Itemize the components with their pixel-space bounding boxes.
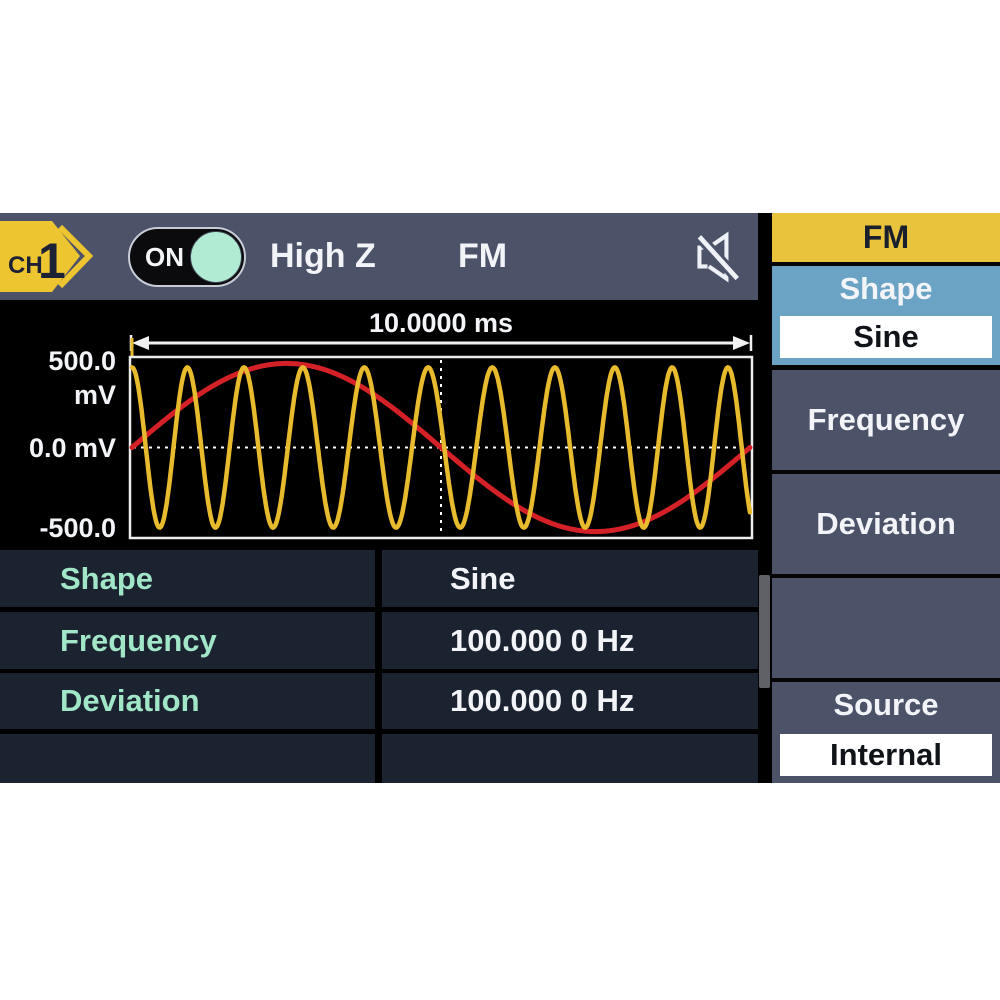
param-label-shape: Shape [0, 550, 375, 607]
softkey-source[interactable]: Source Internal [772, 682, 1000, 783]
param-value-deviation: 100.000 0 Hz [382, 673, 758, 729]
impedance-label: High Z [270, 213, 376, 300]
toggle-knob[interactable] [190, 231, 242, 283]
channel-number: 1 [38, 233, 66, 289]
speaker-muted-icon [690, 230, 744, 284]
softkey-shape[interactable]: Shape Sine [772, 266, 1000, 365]
softkey-shape-value: Sine [780, 316, 992, 358]
param-label-deviation: Deviation [0, 673, 375, 729]
softkey-source-label: Source [772, 682, 1000, 728]
softkey-shape-label: Shape [772, 266, 1000, 312]
softkey-deviation[interactable]: Deviation [772, 474, 1000, 574]
axis-label-zero: 0.0 mV [0, 431, 122, 465]
softkey-menu: FM Shape Sine Frequency Deviation Source… [772, 213, 1000, 783]
softkey-frequency-label: Frequency [772, 370, 1000, 470]
modulation-mode-label: FM [458, 213, 507, 300]
channel-badge: CH 1 [0, 218, 112, 295]
main-display: CH 1 ON High Z FM 10.0000 ms 500.0 mV 0.… [0, 213, 758, 783]
softkey-source-value: Internal [780, 734, 992, 776]
scroll-strip [758, 213, 772, 783]
param-label-empty [0, 734, 375, 783]
param-value-shape: Sine [382, 550, 758, 607]
param-label-frequency: Frequency [0, 612, 375, 669]
header-bar: CH 1 ON High Z FM [0, 213, 758, 300]
waveform-plot [126, 334, 758, 550]
function-generator-screen: CH 1 ON High Z FM 10.0000 ms 500.0 mV 0.… [0, 213, 1000, 783]
softkey-blank[interactable] [772, 578, 1000, 678]
arrowhead-right-icon [733, 336, 750, 350]
param-value-empty [382, 734, 758, 783]
menu-title-fm: FM [772, 213, 1000, 262]
axis-label-max: 500.0 mV [0, 344, 122, 378]
softkey-frequency[interactable]: Frequency [772, 370, 1000, 470]
output-toggle-label: ON [145, 229, 184, 285]
axis-label-min: -500.0 mV [0, 511, 122, 545]
softkey-deviation-label: Deviation [772, 474, 1000, 574]
output-toggle[interactable]: ON [128, 227, 246, 287]
param-value-frequency: 100.000 0 Hz [382, 612, 758, 669]
arrowhead-left-icon [132, 336, 149, 350]
scrollbar-thumb[interactable] [759, 575, 770, 688]
